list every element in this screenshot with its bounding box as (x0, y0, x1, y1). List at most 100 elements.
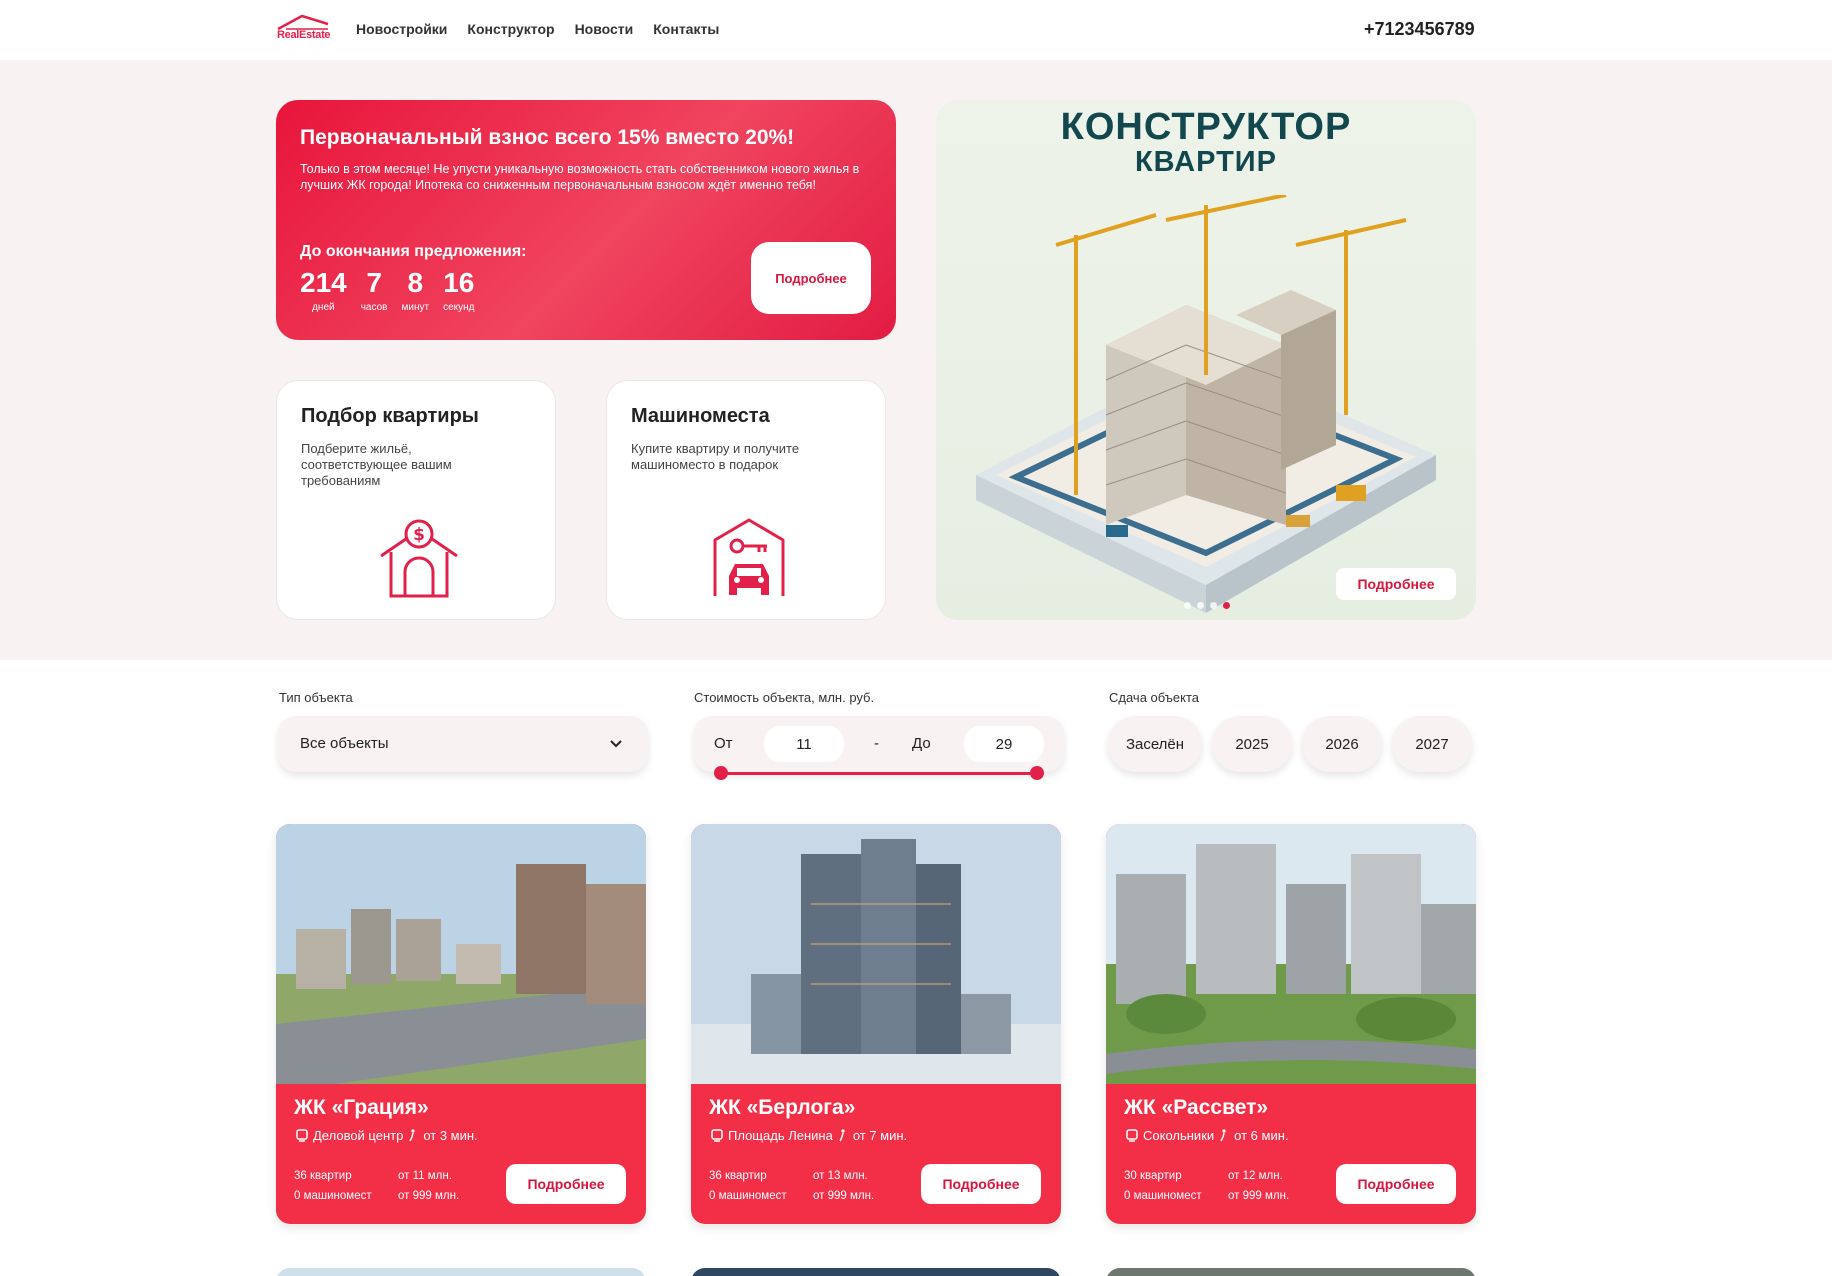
price-to-input[interactable] (964, 726, 1044, 762)
price-slider-min-handle[interactable] (714, 766, 728, 780)
logo-text: RealEstate (277, 29, 331, 41)
delivery-option-2027[interactable]: 2027 (1392, 716, 1472, 772)
promo-details-button[interactable]: Подробнее (751, 242, 871, 314)
price-from-label: От (714, 735, 733, 752)
tile-parking[interactable]: Машиноместа Купите квартиру и получите м… (606, 380, 886, 620)
metro-station: Сокольники (1143, 1128, 1215, 1143)
parking-count: 0 машиномест (294, 1190, 372, 1202)
nav-link-news[interactable]: Новости (575, 21, 634, 37)
nav-link-novostroyki[interactable]: Новостройки (356, 21, 447, 37)
metro-station: Площадь Ленина (728, 1128, 833, 1143)
complex-photo (276, 824, 646, 1084)
parking-price: от 999 млн. (398, 1190, 460, 1202)
flat-count: 30 квартир (1124, 1170, 1182, 1182)
walking-icon (409, 1129, 415, 1142)
site-header: RealEstate Новостройки Конструктор Новос… (0, 0, 1832, 60)
delivery-options: Заселён 2025 2026 2027 (1108, 716, 1472, 772)
metro-icon (1126, 1129, 1138, 1142)
complex-prices: от 11 млн. от 999 млн. (398, 1166, 459, 1206)
type-filter-label: Тип объекта (279, 690, 353, 705)
carousel-dots (1184, 602, 1230, 609)
countdown-seconds: 16 секунд (443, 268, 475, 314)
price-slider-max-handle[interactable] (1030, 766, 1044, 780)
complex-photo (1106, 824, 1476, 1084)
promo-title: Первоначальный взнос всего 15% вместо 20… (300, 126, 795, 149)
carousel-dot[interactable] (1184, 602, 1191, 609)
complex-details-button[interactable]: Подробнее (921, 1164, 1041, 1204)
price-slider-track[interactable] (721, 772, 1037, 775)
complex-details-button[interactable]: Подробнее (1336, 1164, 1456, 1204)
countdown-days-value: 214 (300, 267, 347, 298)
countdown-minutes-value: 8 (407, 267, 424, 298)
complex-card-next[interactable] (276, 1268, 646, 1276)
delivery-option-2026[interactable]: 2026 (1302, 716, 1382, 772)
carousel-dot[interactable] (1210, 602, 1217, 609)
banner-title: КОНСТРУКТОР (1060, 106, 1352, 148)
logo[interactable]: RealEstate (276, 14, 336, 44)
complex-prices: от 13 млн. от 999 млн. (813, 1166, 874, 1206)
delivery-option-2025[interactable]: 2025 (1212, 716, 1292, 772)
complex-name: ЖК «Рассвет» (1124, 1096, 1269, 1119)
flat-price: от 11 млн. (398, 1170, 452, 1182)
walk-time: от 6 мин. (1234, 1128, 1289, 1143)
complex-photo (691, 824, 1061, 1084)
complex-card-next[interactable] (691, 1268, 1061, 1276)
complex-counts: 30 квартир 0 машиномест (1124, 1166, 1202, 1206)
countdown-days-label: дней (312, 302, 335, 313)
garage-car-key-icon (713, 518, 785, 596)
metro-icon (296, 1129, 308, 1142)
complex-location: Площадь Ленина от 7 мин. (711, 1128, 907, 1143)
carousel-dot-active[interactable] (1223, 602, 1230, 609)
complex-card[interactable]: ЖК «Грация» Деловой центр от 3 мин. 36 к… (276, 824, 646, 1224)
countdown-days: 214 дней (300, 267, 347, 314)
delivery-filter-label: Сдача объекта (1109, 690, 1200, 705)
nav-link-contacts[interactable]: Контакты (653, 21, 719, 37)
promo-until-label: До окончания предложения: (300, 243, 527, 260)
type-select[interactable]: Все объекты (278, 716, 648, 772)
flat-count: 36 квартир (709, 1170, 767, 1182)
flat-price: от 12 млн. (1228, 1170, 1283, 1182)
hero-section (0, 60, 1832, 660)
phone-number[interactable]: +7123456789 (1364, 19, 1475, 40)
complex-details-button[interactable]: Подробнее (506, 1164, 626, 1204)
tile-apartment-search[interactable]: Подбор квартиры Подберите жильё, соответ… (276, 380, 556, 620)
flat-price: от 13 млн. (813, 1170, 868, 1182)
delivery-option-settled[interactable]: Заселён (1108, 716, 1202, 772)
complex-location: Сокольники от 6 мин. (1126, 1128, 1289, 1143)
countdown: 214 дней 7 часов 8 минут 16 секунд (300, 267, 475, 314)
complex-location: Деловой центр от 3 мин. (296, 1128, 478, 1143)
main-nav: Новостройки Конструктор Новости Контакты (356, 21, 719, 37)
walking-icon (1220, 1129, 1226, 1142)
tile-description: Подберите жильё, соответствующее вашим т… (301, 441, 452, 488)
countdown-hours-value: 7 (366, 267, 382, 298)
banner-details-button[interactable]: Подробнее (1336, 568, 1456, 600)
house-dollar-icon: $ (380, 519, 458, 598)
complex-name: ЖК «Берлога» (709, 1096, 856, 1119)
complex-card[interactable]: ЖК «Берлога» Площадь Ленина от 7 мин. 36… (691, 824, 1061, 1224)
price-from-input[interactable] (764, 726, 844, 762)
tile-description: Купите квартиру и получите машиноместо в… (631, 441, 800, 472)
carousel-dot[interactable] (1197, 602, 1204, 609)
complex-counts: 36 квартир 0 машиномест (709, 1166, 787, 1206)
logo-roof-icon (277, 14, 329, 30)
countdown-minutes-label: минут (401, 302, 430, 313)
price-filter-label: Стоимость объекта, млн. руб. (694, 690, 875, 705)
complex-card-next[interactable] (1106, 1268, 1476, 1276)
metro-icon (711, 1129, 723, 1142)
tile-title: Машиноместа (631, 405, 770, 427)
constructor-banner[interactable]: КОНСТРУКТОР КВАРТИР Подробнее (936, 100, 1476, 620)
price-range-dash: - (874, 735, 879, 752)
flat-count: 36 квартир (294, 1170, 352, 1182)
complex-card[interactable]: ЖК «Рассвет» Сокольники от 6 мин. 30 ква… (1106, 824, 1476, 1224)
price-to-label: До (912, 735, 931, 752)
countdown-minutes: 8 минут (401, 267, 430, 314)
nav-link-konstruktor[interactable]: Конструктор (467, 21, 554, 37)
parking-count: 0 машиномест (709, 1190, 787, 1202)
metro-station: Деловой центр (313, 1128, 404, 1143)
banner-subtitle: КВАРТИР (1134, 146, 1277, 178)
parking-price: от 999 млн. (1228, 1190, 1290, 1202)
countdown-hours: 7 часов (361, 267, 388, 314)
walk-time: от 3 мин. (423, 1128, 478, 1143)
promo-card: Первоначальный взнос всего 15% вместо 20… (276, 100, 896, 340)
countdown-seconds-label: секунд (443, 302, 475, 313)
